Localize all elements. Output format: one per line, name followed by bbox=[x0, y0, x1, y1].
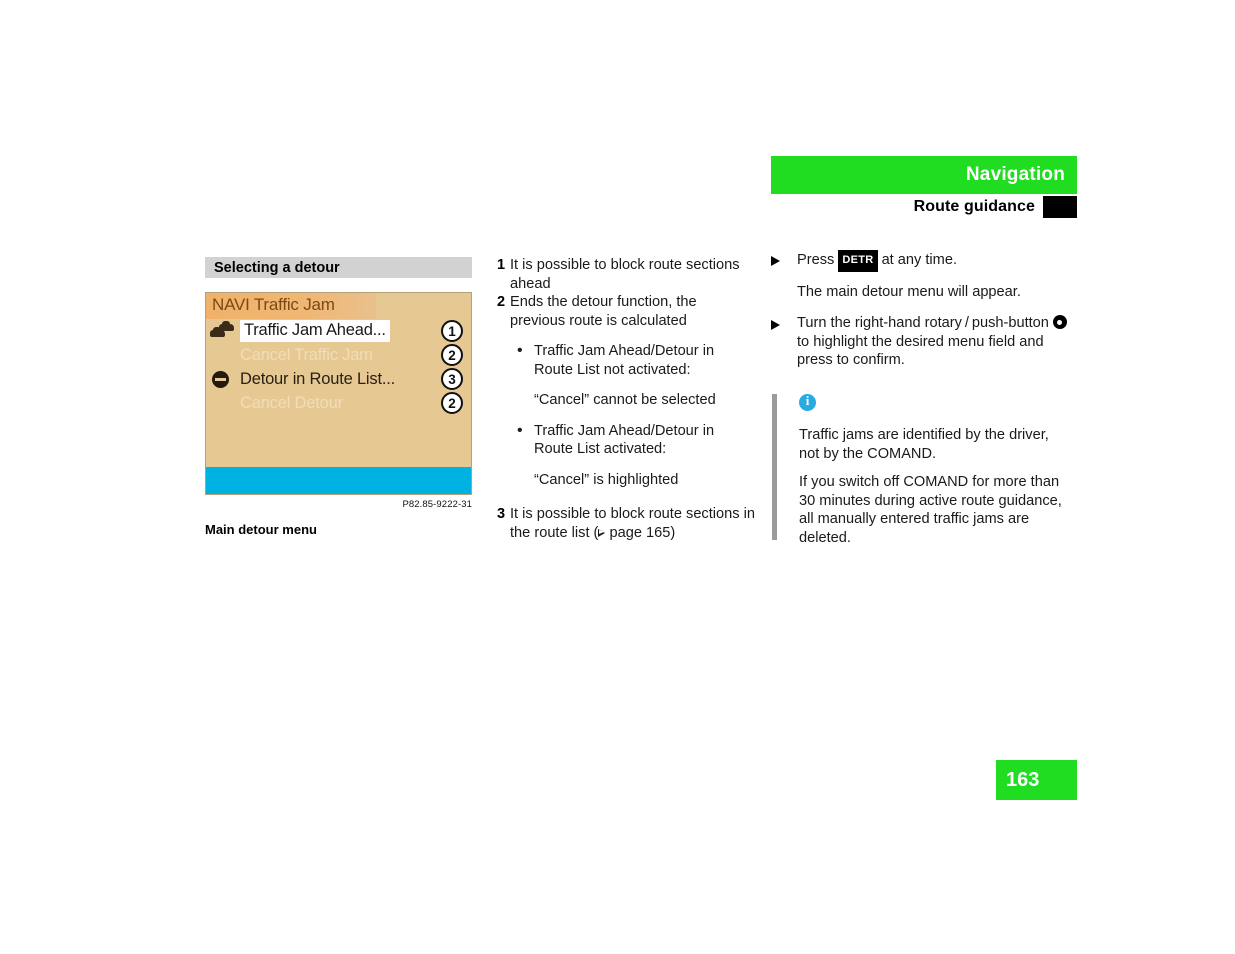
info-icon-wrapper bbox=[799, 392, 1071, 417]
bullet-dot-icon: • bbox=[517, 342, 523, 359]
bullet-quote-1: “Cancel” cannot be selected bbox=[534, 392, 716, 408]
nav-menu-row-detour-in-route-list[interactable]: Detour in Route List... bbox=[206, 367, 471, 391]
nav-menu-row-traffic-jam-ahead[interactable]: Traffic Jam Ahead... bbox=[206, 319, 471, 343]
rotary-push-button-icon bbox=[1052, 315, 1067, 329]
step-text-after: at any time. bbox=[877, 252, 958, 268]
numbered-item-2: 2 Ends the detour function, the previous… bbox=[497, 293, 755, 330]
nav-menu-label: Cancel Traffic Jam bbox=[240, 345, 373, 364]
header-subtitle-row: Route guidance bbox=[771, 196, 1077, 218]
note-paragraph-1: Traffic jams are identified by the drive… bbox=[799, 427, 1049, 462]
instruction-step-2-text: Turn the right-hand rotary / push-button… bbox=[797, 314, 1071, 370]
instruction-step-1-result: The main detour menu will appear. bbox=[797, 283, 1021, 300]
step-text-after: to highlight the desired menu field and … bbox=[797, 333, 1044, 369]
step-arrow-icon bbox=[771, 314, 797, 370]
note-paragraph-2: If you switch off COMAND for more than 3… bbox=[799, 474, 1062, 546]
section-heading-bar: Selecting a detour bbox=[205, 257, 472, 278]
bullet-item-2: • Traffic Jam Ahead/Detour in Route List… bbox=[497, 422, 755, 459]
nav-menu-label: Cancel Detour bbox=[240, 393, 343, 412]
traffic-jam-icon bbox=[206, 319, 240, 343]
middle-column: 1 It is possible to block route sections… bbox=[497, 256, 755, 542]
callout-marker: 2 bbox=[441, 344, 463, 366]
numbered-item-text: It is possible to block route sections a… bbox=[510, 257, 740, 292]
numbered-item-text: Ends the detour function, the previous r… bbox=[510, 294, 697, 329]
info-icon bbox=[799, 392, 816, 411]
page-title: Navigation bbox=[965, 164, 1065, 185]
nav-menu-label: Detour in Route List... bbox=[240, 369, 395, 388]
bullet-item-1: • Traffic Jam Ahead/Detour in Route List… bbox=[497, 342, 755, 379]
numbered-item-marker: 2 bbox=[497, 294, 506, 310]
left-column: Selecting a detour NAVI Traffic Jam Traf… bbox=[205, 257, 472, 537]
detr-key-button[interactable]: DETR bbox=[838, 250, 878, 272]
right-column: Press DETR at any time. The main detour … bbox=[771, 250, 1071, 547]
figure-photo-credit: P82.85-9222-31 bbox=[402, 499, 472, 510]
chapter-tab-marker bbox=[1043, 196, 1077, 218]
callout-marker: 3 bbox=[441, 368, 463, 390]
numbered-item-marker: 1 bbox=[497, 257, 506, 273]
instruction-step-1: Press DETR at any time. bbox=[771, 250, 1071, 272]
nav-menu-label: Traffic Jam Ahead... bbox=[240, 320, 390, 342]
bullet-dot-icon: • bbox=[517, 421, 523, 439]
page-number-badge: 163 bbox=[996, 760, 1077, 800]
note-vertical-rule bbox=[772, 393, 777, 540]
nav-row-icon-placeholder bbox=[206, 391, 240, 415]
page-header: Navigation Route guidance bbox=[771, 156, 1077, 218]
nav-screen-title: NAVI Traffic Jam bbox=[212, 295, 335, 314]
section-heading-label: Selecting a detour bbox=[214, 259, 340, 276]
instruction-step-1-text: Press DETR at any time. bbox=[797, 250, 1071, 272]
header-green-band: Navigation bbox=[771, 156, 1077, 194]
no-entry-icon bbox=[206, 367, 240, 391]
callout-marker: 1 bbox=[441, 320, 463, 342]
numbered-item-marker: 3 bbox=[497, 506, 506, 522]
nav-menu-row-cancel-traffic-jam[interactable]: Cancel Traffic Jam bbox=[206, 343, 471, 367]
bullet-item-text: Traffic Jam Ahead/Detour in Route List n… bbox=[534, 343, 715, 378]
note-block: Traffic jams are identified by the drive… bbox=[771, 392, 1071, 548]
page-number-label: 163 bbox=[1006, 768, 1040, 791]
nav-screen-status-bar bbox=[206, 467, 471, 494]
page-subtitle: Route guidance bbox=[913, 198, 1035, 215]
page-reference-label: page 165) bbox=[605, 524, 676, 541]
navigation-screen-figure: NAVI Traffic Jam Traffic Jam Ahead... Ca… bbox=[205, 292, 472, 495]
nav-menu-row-cancel-detour[interactable]: Cancel Detour bbox=[206, 391, 471, 415]
bullet-item-text: Traffic Jam Ahead/Detour in Route List a… bbox=[534, 422, 715, 458]
bullet-quote-2: “Cancel” is highlighted bbox=[534, 471, 679, 488]
step-arrow-icon bbox=[771, 250, 797, 272]
step-text-before: Press bbox=[797, 252, 839, 268]
step-text-before: Turn the right-hand rotary / push-button bbox=[797, 315, 1053, 331]
callout-marker: 2 bbox=[441, 392, 463, 414]
numbered-item-text: It is possible to block route sections i… bbox=[510, 505, 755, 542]
page-reference-arrow-icon bbox=[598, 528, 606, 537]
instruction-step-2: Turn the right-hand rotary / push-button… bbox=[771, 314, 1071, 370]
numbered-item-3: 3 It is possible to block route sections… bbox=[497, 505, 755, 542]
numbered-item-1: 1 It is possible to block route sections… bbox=[497, 256, 755, 293]
figure-caption: Main detour menu bbox=[205, 522, 317, 537]
nav-row-icon-placeholder bbox=[206, 343, 240, 367]
